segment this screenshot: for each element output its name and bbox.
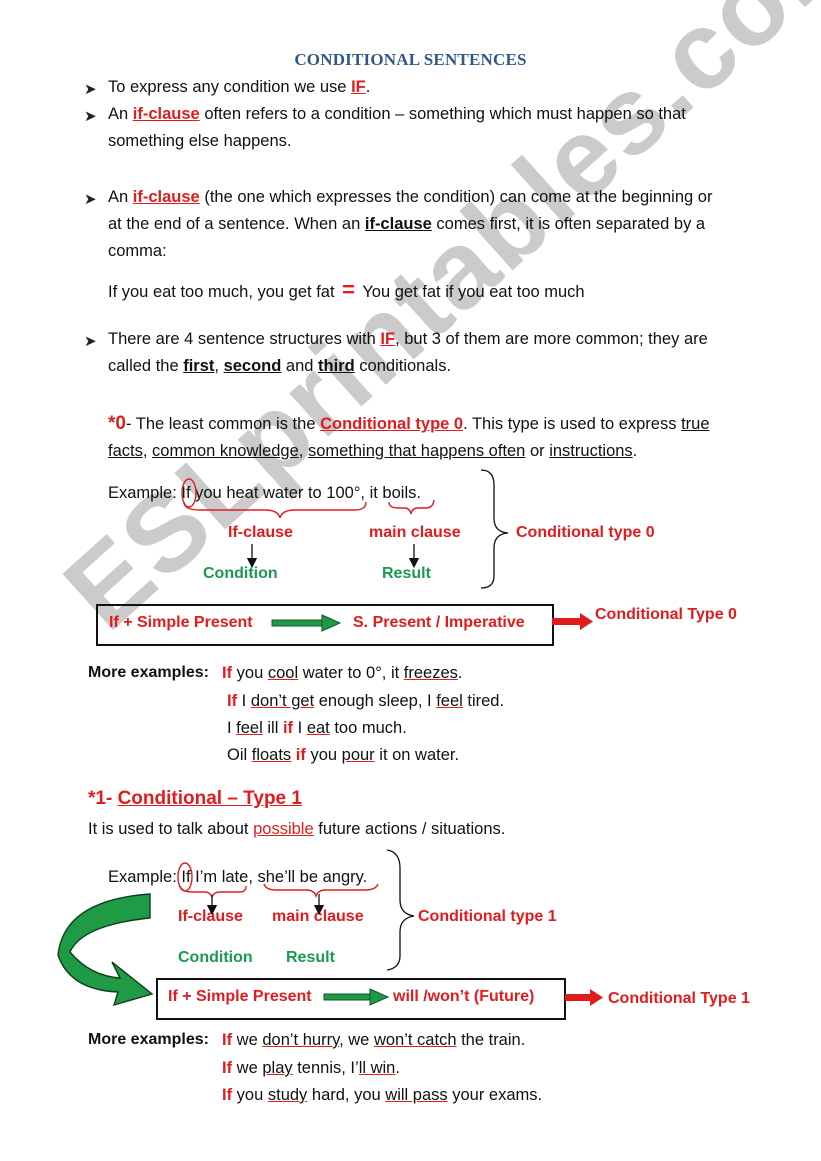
if-clause-brace: [183, 501, 367, 519]
red-arrow-icon: [552, 613, 593, 630]
right-brace-type1: [386, 849, 415, 971]
main-clause-brace: [263, 883, 379, 899]
red-arrow-icon: [565, 989, 603, 1006]
green-arrow-icon: [323, 988, 390, 1006]
main-clause-brace: [388, 499, 435, 515]
curved-green-arrow-icon: [57, 893, 154, 1007]
diagram-overlay: [57, 469, 603, 1007]
right-brace-type0: [480, 469, 509, 589]
green-arrow-icon: [271, 614, 342, 632]
